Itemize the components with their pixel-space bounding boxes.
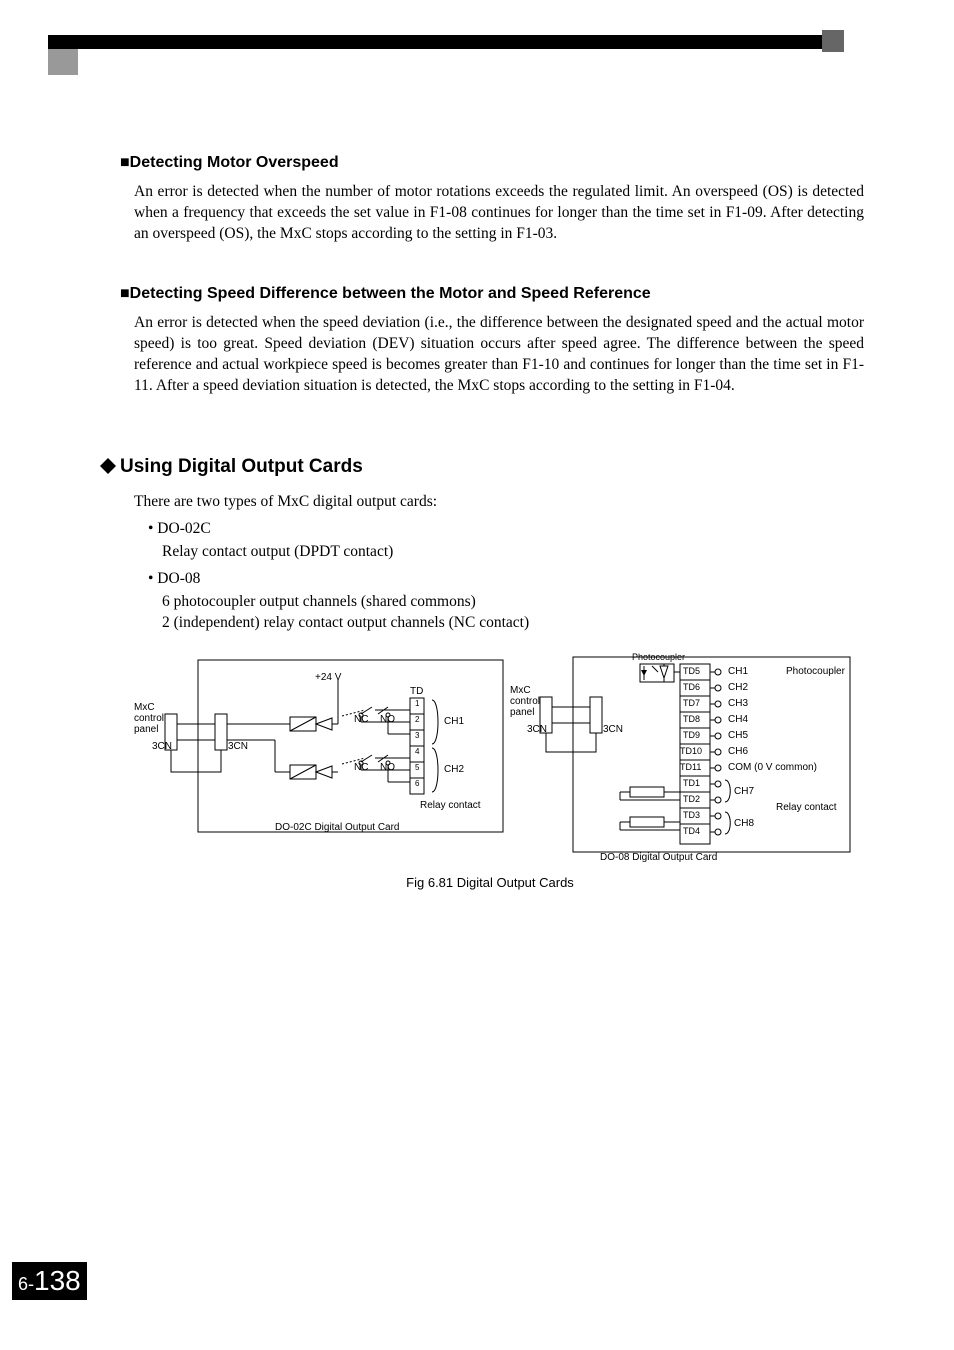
label-td9: TD9 [683,730,700,740]
label-ch1: CH1 [728,666,748,677]
label-td3: TD3 [683,810,700,820]
page-prefix: 6- [18,1274,34,1294]
label-3cn: 3CN [228,741,248,752]
label-ch4: CH4 [728,714,748,725]
section-title-text: Using Digital Output Cards [120,456,363,477]
label-ch3: CH3 [728,698,748,709]
label-td: TD [410,686,423,697]
label-term2: 2 [415,715,419,724]
label-nc: NC [354,762,368,773]
label-ch6: CH6 [728,746,748,757]
label-td1: TD1 [683,778,700,788]
label-3cn: 3CN [527,724,547,735]
label-td8: TD8 [683,714,700,724]
subsection-title-2: ■Detecting Speed Difference between the … [120,285,864,303]
figure-caption: Fig 6.81 Digital Output Cards [120,875,860,890]
label-no: NO [380,714,395,725]
label-relay: Relay contact [420,800,481,811]
label-td11: TD11 [680,762,701,772]
label-ch8: CH8 [734,818,754,829]
label-td2: TD2 [683,794,700,804]
label-ch1: CH1 [444,716,464,727]
label-no: NO [380,762,395,773]
label-com: COM (0 V common) [728,762,817,773]
list-item: • DO-02C [148,519,864,540]
label-td10: TD10 [680,746,702,756]
header-rule [48,35,844,49]
label-card-do02c: DO-02C Digital Output Card [275,822,400,833]
label-nc: NC [354,714,368,725]
list-item-sub: 6 photocoupler output channels (shared c… [162,592,864,613]
page-number: 6-138 [12,1262,87,1300]
label-td6: TD6 [683,682,700,692]
list-item-sub: Relay contact output (DPDT contact) [162,542,864,563]
label-3cn: 3CN [603,724,623,735]
header-accent-right [822,30,844,52]
label-24v: +24 V [315,672,341,683]
label-term5: 5 [415,763,419,772]
label-td4: TD4 [683,826,700,836]
figure-diagram: MxC control panel 3CN 3CN +24 V TD NC NO… [120,652,860,867]
diagram-svg [120,652,860,867]
label-ch2: CH2 [728,682,748,693]
bullet-list: • DO-02C Relay contact output (DPDT cont… [148,519,864,634]
section-title: Using Digital Output Cards [100,456,844,478]
diamond-icon [100,458,116,474]
subsection-body-1: An error is detected when the number of … [134,182,864,245]
label-term6: 6 [415,779,419,788]
page-content: ■Detecting Motor Overspeed An error is d… [120,130,864,890]
list-item-sub: 2 (independent) relay contact output cha… [162,613,864,634]
label-relay: Relay contact [776,802,837,813]
label-term4: 4 [415,747,419,756]
section-intro: There are two types of MxC digital outpu… [134,492,864,513]
label-photocoupler: Photocoupler [786,666,845,677]
list-item: • DO-08 [148,569,864,590]
label-ch2: CH2 [444,764,464,775]
label-3cn: 3CN [152,741,172,752]
label-td5: TD5 [683,666,700,676]
page-num-value: 138 [34,1265,81,1296]
label-ch5: CH5 [728,730,748,741]
label-ch7: CH7 [734,786,754,797]
subsection-body-2: An error is detected when the speed devi… [134,313,864,397]
label-term1: 1 [415,699,419,708]
label-mxc-panel: MxC control panel [134,702,174,735]
label-card-do08: DO-08 Digital Output Card [600,852,717,863]
label-td7: TD7 [683,698,700,708]
subsection-title-1: ■Detecting Motor Overspeed [120,154,864,172]
label-mxc-panel: MxC control panel [510,685,550,718]
label-photocoupler: Photocoupler [632,652,685,662]
label-term3: 3 [415,731,419,740]
